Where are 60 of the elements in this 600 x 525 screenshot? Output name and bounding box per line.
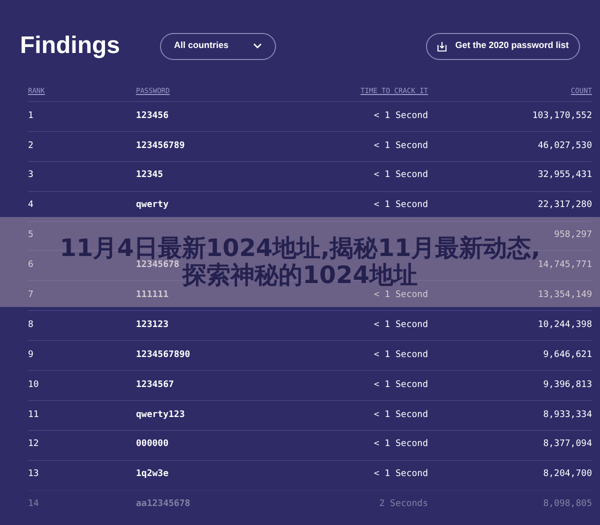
time-cell: < 1 Second	[374, 380, 428, 390]
password-cell: 1q2w3e	[136, 469, 169, 480]
time-cell: < 1 Second	[374, 350, 428, 360]
password-cell: 123123	[136, 320, 169, 330]
time-cell: < 1 Second	[374, 320, 428, 330]
count-cell: 8,098,805	[543, 499, 592, 510]
password-cell: 111111	[136, 290, 169, 300]
count-cell: 958,297	[554, 230, 592, 240]
count-cell: 8,204,700	[543, 469, 592, 480]
time-cell: < 1 Second	[374, 140, 428, 151]
rank-cell: 12	[28, 439, 39, 450]
time-cell: < 1 Second	[374, 110, 428, 121]
password-cell: qwerty123	[136, 410, 185, 420]
password-cell: qwerty	[136, 200, 169, 210]
time-cell: 2 Seconds	[379, 499, 428, 510]
password-cell: 000000	[136, 439, 169, 450]
time-cell: < 1 Second	[374, 439, 428, 450]
rank-cell: 4	[28, 200, 34, 210]
page-title: Findings	[20, 31, 121, 61]
rank-cell: 2	[28, 140, 34, 151]
time-cell: < 1 Second	[374, 170, 428, 180]
rank-cell: 14	[28, 499, 39, 510]
rank-cell: 10	[28, 380, 39, 390]
country-dropdown[interactable]: All countries	[160, 32, 276, 60]
rank-cell: 8	[28, 320, 34, 330]
count-cell: 10,244,398	[538, 320, 592, 330]
count-cell: 9,646,621	[543, 350, 592, 360]
chevron-down-icon	[253, 43, 262, 49]
banner-title: 11月4日最新1024地址,揭秘11月最新动态,	[60, 235, 540, 262]
time-cell: < 1 Second	[374, 200, 428, 210]
rank-cell: 13	[28, 469, 39, 480]
rank-cell: 7	[28, 290, 34, 300]
rank-cell: 9	[28, 350, 34, 360]
count-cell: 8,377,094	[543, 439, 592, 450]
download-button[interactable]: Get the 2020 password list	[426, 32, 580, 60]
password-cell: aa12345678	[136, 499, 190, 510]
password-cell: 12345	[136, 170, 164, 180]
time-cell: < 1 Second	[374, 469, 428, 480]
rank-cell: 5	[28, 230, 34, 240]
password-cell: 123456789	[136, 140, 185, 151]
count-cell: 9,396,813	[543, 380, 592, 390]
count-cell: 13,354,149	[538, 290, 592, 300]
count-cell: 8,933,334	[543, 410, 592, 420]
rank-cell: 6	[28, 260, 34, 270]
count-cell: 46,027,530	[538, 140, 592, 151]
password-cell: 123456	[136, 110, 169, 121]
password-cell: 1234567890	[136, 350, 190, 360]
rank-cell: 3	[28, 170, 34, 180]
count-cell: 103,170,552	[532, 110, 592, 121]
rank-cell: 1	[28, 110, 34, 121]
time-cell: < 1 Second	[374, 290, 428, 300]
password-cell: 12345678	[136, 260, 180, 270]
banner-title: 探索神秘的1024地址	[182, 262, 418, 289]
count-cell: 14,745,771	[538, 260, 592, 270]
time-cell: < 1 Second	[374, 410, 428, 420]
count-cell: 32,955,431	[538, 170, 592, 180]
password-cell: 1234567	[136, 380, 174, 390]
download-icon	[437, 40, 448, 52]
count-cell: 22,317,280	[538, 200, 592, 210]
rank-cell: 11	[28, 410, 39, 420]
